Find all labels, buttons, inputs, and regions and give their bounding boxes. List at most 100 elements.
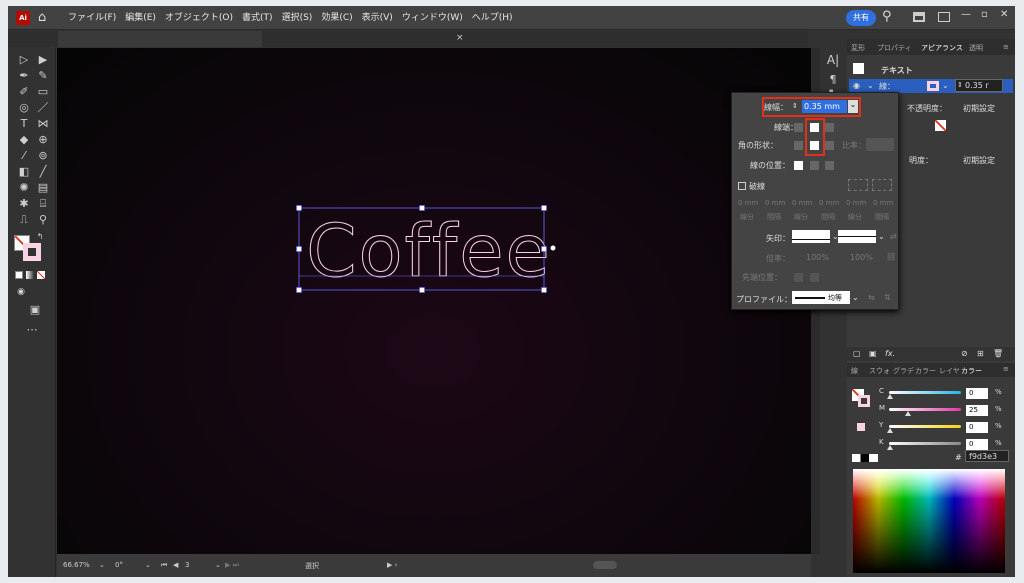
artboard-number[interactable]: 3 [185, 561, 189, 569]
artboard-canvas[interactable]: Coffee [57, 48, 811, 554]
channel-m-thumb[interactable] [905, 411, 911, 416]
stroke-swatch-icon[interactable] [23, 243, 41, 261]
minimize-icon[interactable]: — [961, 9, 971, 20]
menu-help[interactable]: ヘルプ(H) [472, 6, 513, 30]
share-button[interactable]: 共有 [846, 10, 876, 26]
anchor-tool-icon[interactable]: ✐ [16, 85, 32, 99]
dash-field-5[interactable]: 0 mm [873, 199, 893, 207]
tip-extend-icon[interactable] [794, 273, 803, 282]
spiral-tool-icon[interactable]: ◎ [16, 101, 32, 115]
dash-field-0[interactable]: 0 mm [738, 199, 758, 207]
dash-preset-1[interactable] [848, 179, 868, 191]
align-center-icon[interactable] [794, 161, 803, 170]
curvature-tool-icon[interactable]: ✎ [35, 69, 51, 83]
stroke-color-swatch[interactable] [927, 81, 939, 91]
dash-field-4[interactable]: 0 mm [846, 199, 866, 207]
dash-field-2[interactable]: 0 mm [792, 199, 812, 207]
trash-icon[interactable]: 🗑 [993, 349, 1003, 358]
arrow-end-dropdown-icon[interactable]: ⌄ [878, 232, 885, 241]
menu-type[interactable]: 書式(T) [242, 6, 273, 30]
pen-tool-icon[interactable]: ✒ [16, 69, 32, 83]
tab-color-guide[interactable]: カラー [915, 366, 936, 376]
opacity-value[interactable]: 初期設定 [963, 103, 995, 114]
panel-toggle-icon[interactable] [938, 12, 950, 22]
channel-k-thumb[interactable] [887, 445, 893, 450]
tab-color[interactable]: カラー [961, 366, 982, 376]
tab-appearance[interactable]: アピアランス [921, 43, 963, 53]
tab-layers[interactable]: レイヤ [939, 366, 960, 376]
tip-place-icon[interactable] [810, 273, 819, 282]
flip-vertical-icon[interactable]: ⇅ [884, 293, 891, 302]
rotation-value[interactable]: 0° [115, 561, 123, 569]
limit-input[interactable] [866, 138, 894, 151]
tab-swatches[interactable]: スウォ [869, 366, 890, 376]
scale-start-value[interactable]: 100% [806, 253, 829, 262]
channel-m-slider[interactable] [889, 408, 961, 411]
gradient-tool-icon[interactable]: ◧ [16, 165, 32, 179]
shape-builder-icon[interactable]: ⊕ [35, 133, 51, 147]
dash-preset-2[interactable] [872, 179, 892, 191]
maximize-icon[interactable]: ▫ [981, 9, 988, 20]
align-outside-icon[interactable] [825, 161, 834, 170]
prev-artboard-icon[interactable]: ◀ [173, 561, 178, 569]
menu-file[interactable]: ファイル(F) [68, 6, 116, 30]
fx-icon[interactable]: fx. [885, 349, 895, 358]
profile-dropdown-icon[interactable]: ⌄ [852, 293, 859, 302]
tab-gradient[interactable]: グラデ [893, 366, 914, 376]
artboard-tool-icon[interactable]: ⌸ [35, 197, 51, 211]
bevel-join-icon[interactable] [825, 141, 834, 150]
link-scale-icon[interactable]: ⛓ [886, 252, 896, 261]
tab-stroke[interactable]: 線 [851, 366, 858, 376]
search-icon[interactable]: ⚲ [882, 9, 892, 24]
menu-window[interactable]: ウィンドウ(W) [402, 6, 463, 30]
stroke-swatch-dropdown-icon[interactable]: ⌄ [942, 81, 949, 90]
artboard-dropdown-icon[interactable]: ⌄ [215, 561, 221, 569]
tab-properties[interactable]: プロパティ [877, 43, 912, 53]
duplicate-icon[interactable]: ⊞ [977, 349, 984, 358]
stroke-weight-spinner-icon[interactable]: ⇕ [957, 81, 963, 89]
close-icon[interactable]: ✕ [1000, 9, 1008, 20]
draw-mode-icon[interactable]: ◉ [13, 285, 29, 299]
menu-object[interactable]: オブジェクト(O) [165, 6, 233, 30]
character-panel-icon[interactable]: A| [825, 53, 841, 67]
rectangle-tool-icon[interactable]: ▭ [35, 85, 51, 99]
tab-transform[interactable]: 変形 [851, 43, 865, 53]
gradient-mode-icon[interactable] [26, 271, 34, 279]
miter-join-icon[interactable] [794, 141, 803, 150]
reflect-tool-icon[interactable]: ⋈ [35, 117, 51, 131]
new-fill-icon[interactable]: ▣ [869, 349, 877, 358]
channel-y-value[interactable]: 0 [966, 422, 988, 433]
zoom-tool-icon[interactable]: ⚲ [35, 213, 51, 227]
first-artboard-icon[interactable]: ⏮ [161, 561, 167, 570]
color-stroke-swatch-icon[interactable] [858, 395, 870, 407]
zoom-dropdown-icon[interactable]: ⌄ [99, 561, 105, 569]
clear-icon[interactable]: ⊘ [961, 349, 968, 358]
new-stroke-icon[interactable]: ▢ [853, 349, 861, 358]
butt-cap-icon[interactable] [794, 123, 803, 132]
arrow-start-select[interactable] [792, 230, 830, 243]
direct-selection-tool-icon[interactable]: ▶ [35, 53, 51, 67]
menu-view[interactable]: 表示(V) [362, 6, 393, 30]
channel-m-value[interactable]: 25 [966, 405, 988, 416]
close-tab-icon[interactable]: × [456, 33, 464, 43]
zoom-level[interactable]: 66.67% [63, 561, 90, 569]
status-arrow-icon[interactable]: ▶ ‹ [387, 561, 397, 569]
menu-effect[interactable]: 効果(C) [321, 6, 352, 30]
cmyk-fallback-icon[interactable] [857, 423, 865, 431]
visibility-icon[interactable]: ◉ [853, 81, 860, 90]
rotation-dropdown-icon[interactable]: ⌄ [145, 561, 151, 569]
flip-horizontal-icon[interactable]: ⇆ [868, 293, 875, 302]
puppet-warp-icon[interactable]: ✱ [16, 197, 32, 211]
square-cap-icon[interactable] [825, 123, 834, 132]
tab-transparency[interactable]: 透明 [969, 43, 983, 53]
color-mode-icon[interactable] [15, 271, 23, 279]
arrange-icon[interactable] [913, 12, 925, 22]
home-icon[interactable]: ⌂ [38, 10, 46, 25]
fill-none-swatch[interactable] [935, 120, 946, 131]
dashed-checkbox[interactable] [738, 182, 746, 190]
menu-edit[interactable]: 編集(E) [125, 6, 156, 30]
blend-tool-icon[interactable]: ⊚ [35, 149, 51, 163]
channel-y-thumb[interactable] [887, 428, 893, 433]
eraser-tool-icon[interactable]: ◆ [16, 133, 32, 147]
symbol-sprayer-icon[interactable]: ✺ [16, 181, 32, 195]
